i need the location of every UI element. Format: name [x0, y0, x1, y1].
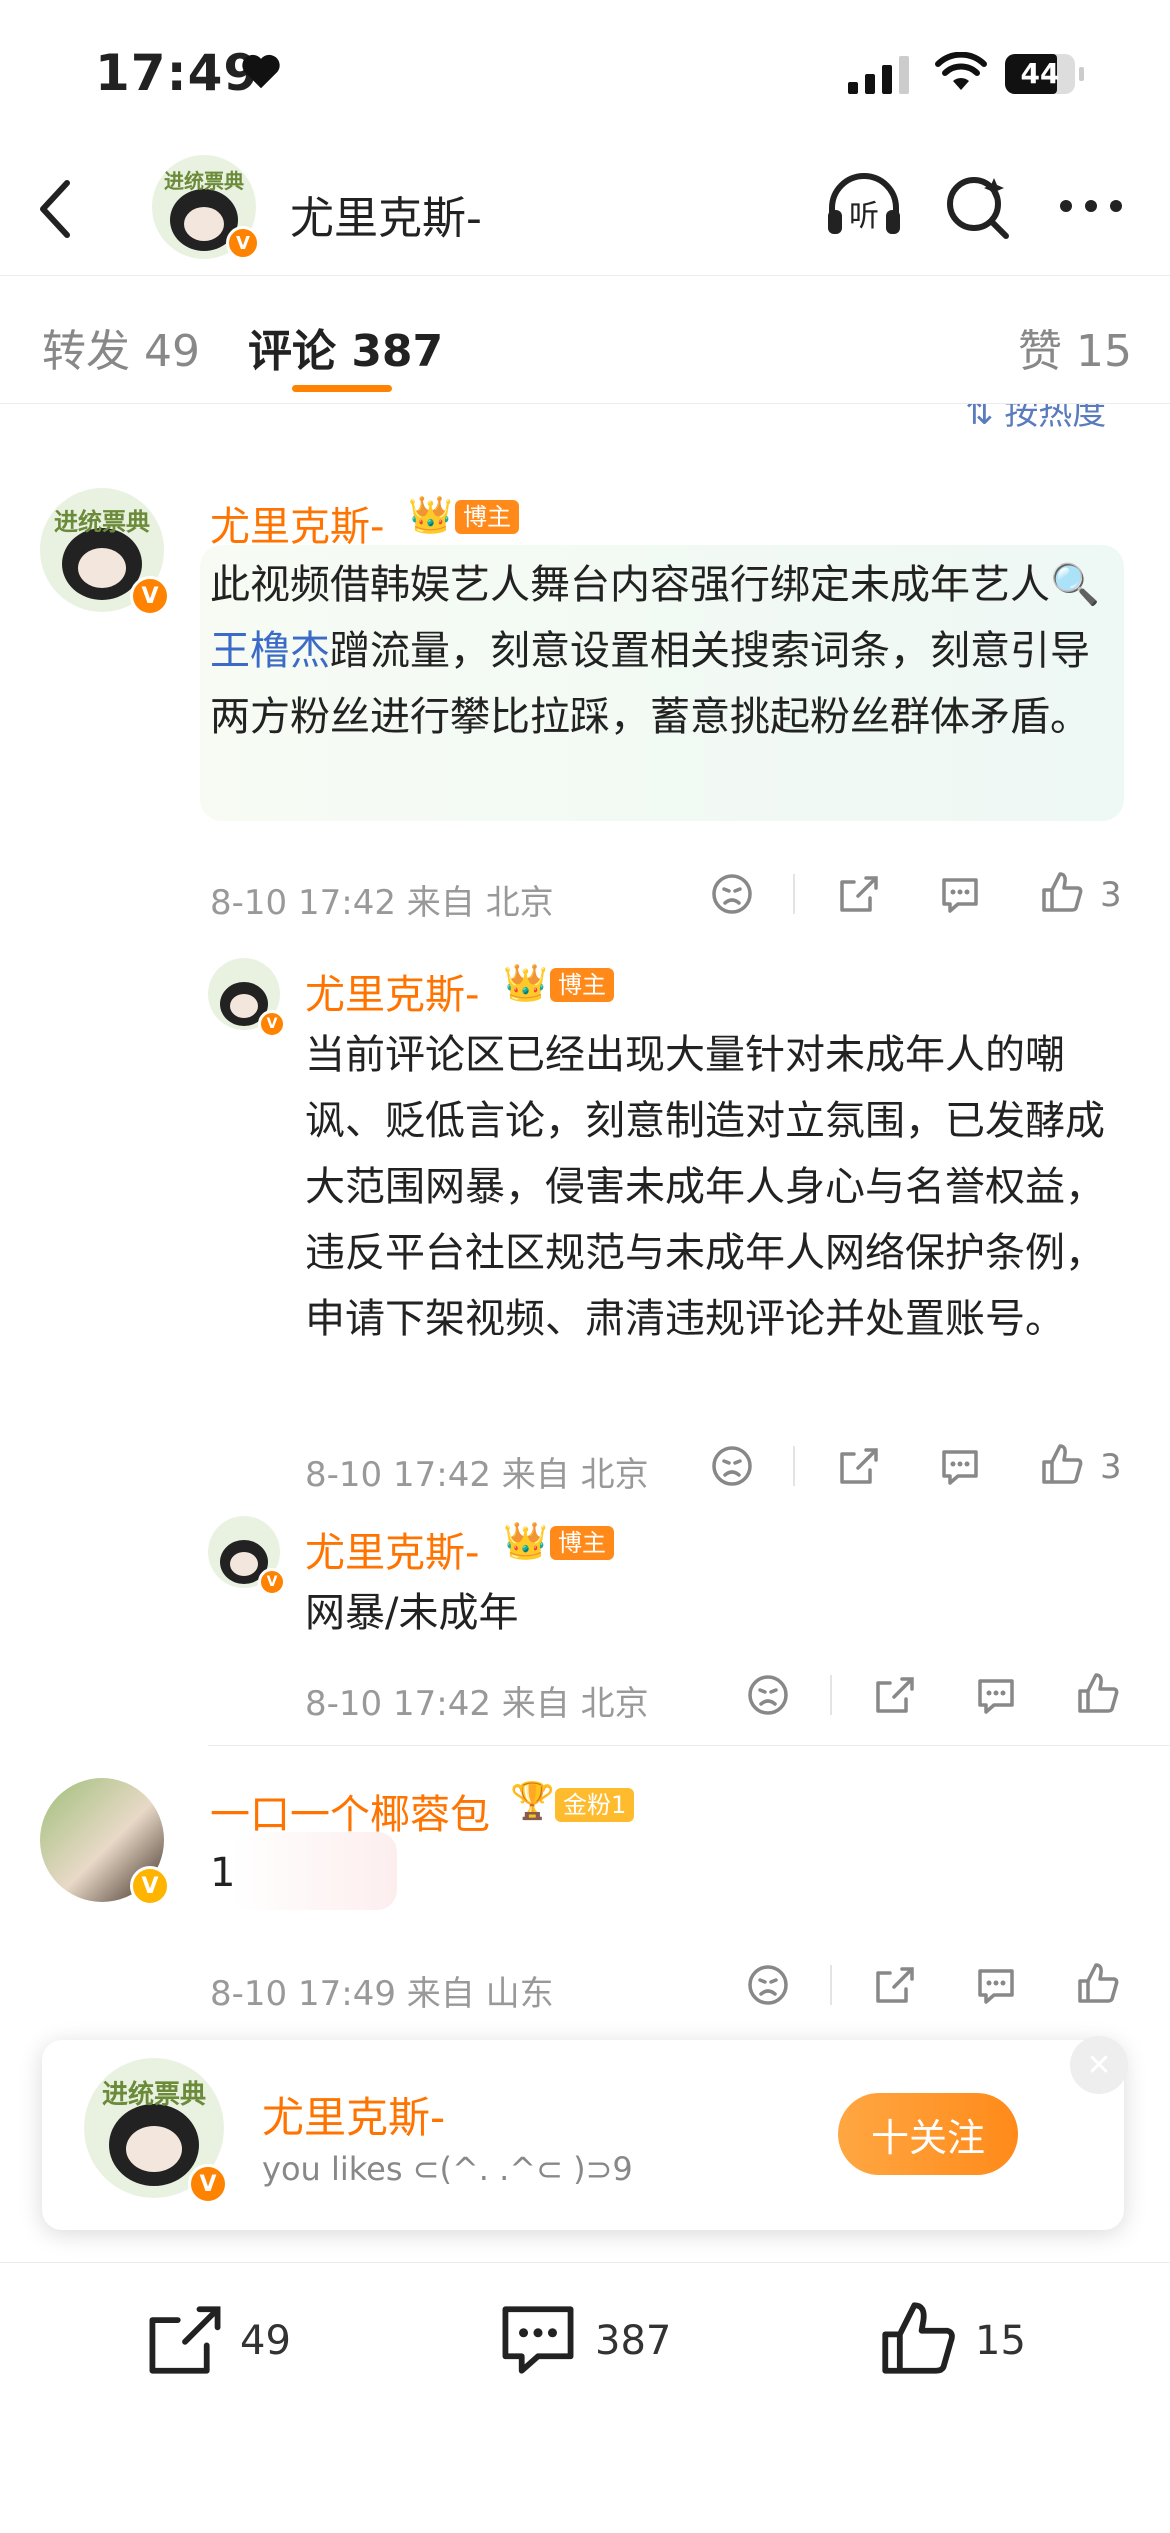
active-tab-indicator: [292, 385, 392, 392]
sort-strip: ⇅ 按热度: [0, 404, 1170, 430]
battery-level: 44: [1020, 57, 1060, 90]
verified-badge: V: [188, 2164, 228, 2204]
verified-badge: V: [226, 226, 260, 260]
repost-count: 49: [240, 2318, 291, 2364]
reply-icon[interactable]: [938, 872, 982, 916]
like-icon[interactable]: [1040, 1442, 1084, 1486]
comment-bubble-bg: [232, 1832, 397, 1910]
like-icon[interactable]: [878, 2298, 958, 2378]
comment-author[interactable]: 尤里克斯-: [305, 1520, 479, 1578]
comment-text-part: 此视频借韩娱艺人舞台内容强行绑定未成年艺人: [210, 562, 1050, 608]
sort-button[interactable]: ⇅ 按热度: [965, 404, 1106, 430]
blogger-tag: 博主: [455, 500, 519, 534]
fan-level-tag: 金粉1: [555, 1788, 635, 1822]
avatar-text: 进统票典: [164, 169, 244, 193]
action-divider: [793, 874, 795, 914]
comment-text: 1: [210, 1850, 236, 1896]
like-icon[interactable]: [1040, 870, 1084, 914]
action-divider: [830, 1675, 832, 1715]
crown-icon: 👑: [503, 963, 548, 1004]
signal-icon: [848, 56, 909, 94]
like-count: 3: [1100, 1447, 1122, 1487]
avatar-text: 进统票典: [101, 2080, 206, 2110]
status-bar: 17:49 44: [0, 0, 1170, 150]
follow-label: 十关注: [870, 2115, 985, 2160]
dislike-icon[interactable]: [710, 872, 754, 916]
comment-meta: 8-10 17:42 来自 北京: [305, 1455, 649, 1495]
topic-label: 王橹杰: [210, 628, 330, 674]
action-divider: [793, 1446, 795, 1486]
reply-icon[interactable]: [938, 1444, 982, 1488]
action-divider: [830, 1965, 832, 2005]
blogger-tag: 博主: [550, 968, 614, 1002]
comment-meta: 8-10 17:42 来自 北京: [305, 1684, 649, 1724]
back-icon[interactable]: [35, 177, 75, 241]
search-icon[interactable]: [944, 172, 1014, 242]
like-count: 15: [975, 2318, 1026, 2364]
dislike-icon[interactable]: [746, 1963, 790, 2007]
dislike-icon[interactable]: [746, 1673, 790, 1717]
sort-icon: ⇅: [965, 404, 994, 430]
dislike-icon[interactable]: [710, 1444, 754, 1488]
verified-badge: V: [258, 1010, 286, 1038]
comment-text: 此视频借韩娱艺人舞台内容强行绑定未成年艺人🔍 王橹杰蹭流量，刻意设置相关搜索词条，…: [210, 552, 1115, 750]
close-icon[interactable]: ✕: [1070, 2036, 1128, 2094]
tab-bar: 转发 49 评论 387 赞 15: [0, 275, 1170, 404]
card-subtitle: you likes ⊂(^. .^⊂ )⊃9: [262, 2150, 633, 2188]
reply-icon[interactable]: [974, 1963, 1018, 2007]
comment-text: 网暴/未成年: [305, 1590, 519, 1636]
listen-label: 听: [849, 199, 879, 234]
tab-comments[interactable]: 评论 387: [248, 315, 443, 379]
status-time: 17:49: [95, 44, 260, 102]
comment-meta: 8-10 17:49 来自 山东: [210, 1974, 554, 2014]
like-icon[interactable]: [1076, 1671, 1120, 1715]
verified-badge: V: [258, 1568, 286, 1596]
fan-badge-icon: 🏆: [510, 1781, 555, 1822]
wifi-icon: [935, 52, 987, 90]
crown-icon: 👑: [408, 495, 453, 536]
comment-count: 387: [595, 2318, 672, 2364]
battery-indicator: 44: [1005, 54, 1085, 94]
blogger-tag: 博主: [550, 1526, 614, 1560]
heart-icon: [242, 54, 280, 89]
header-username[interactable]: 尤里克斯-: [290, 182, 482, 246]
tab-reposts[interactable]: 转发 49: [42, 315, 200, 379]
share-icon[interactable]: [872, 1963, 916, 2007]
reply-icon[interactable]: [974, 1673, 1018, 1717]
avatar-text: 进统票典: [54, 508, 150, 536]
comment-author[interactable]: 尤里克斯-: [305, 962, 479, 1020]
tab-likes[interactable]: 赞 15: [1018, 315, 1132, 379]
comment-text-part: 蹭流量，刻意设置相关搜索词条，刻意引导两方粉丝进行攀比拉踩，蓄意挑起粉丝群体矛盾…: [210, 628, 1090, 740]
sort-label: 按热度: [1004, 404, 1107, 430]
comment-meta: 8-10 17:42 来自 北京: [210, 883, 554, 923]
comment-text: 当前评论区已经出现大量针对未成年人的嘲讽、贬低言论，刻意制造对立氛围，已发酵成大…: [305, 1032, 1105, 1342]
thread-divider: [208, 1745, 1170, 1746]
share-icon[interactable]: [872, 1673, 916, 1717]
share-icon[interactable]: [836, 1444, 880, 1488]
comment-author[interactable]: 尤里克斯-: [210, 494, 384, 552]
verified-badge: V: [130, 1866, 170, 1906]
comment-icon[interactable]: [498, 2302, 578, 2378]
share-icon[interactable]: [836, 872, 880, 916]
follow-button[interactable]: 十关注: [838, 2093, 1018, 2175]
like-count: 3: [1100, 875, 1122, 915]
search-icon: 🔍: [1050, 562, 1100, 608]
repost-icon[interactable]: [145, 2302, 225, 2378]
more-icon[interactable]: [1058, 198, 1124, 214]
headphones-icon[interactable]: 听: [824, 170, 904, 240]
verified-badge: V: [130, 576, 170, 616]
like-icon[interactable]: [1076, 1961, 1120, 2005]
card-username[interactable]: 尤里克斯-: [262, 2084, 445, 2145]
crown-icon: 👑: [503, 1521, 548, 1562]
